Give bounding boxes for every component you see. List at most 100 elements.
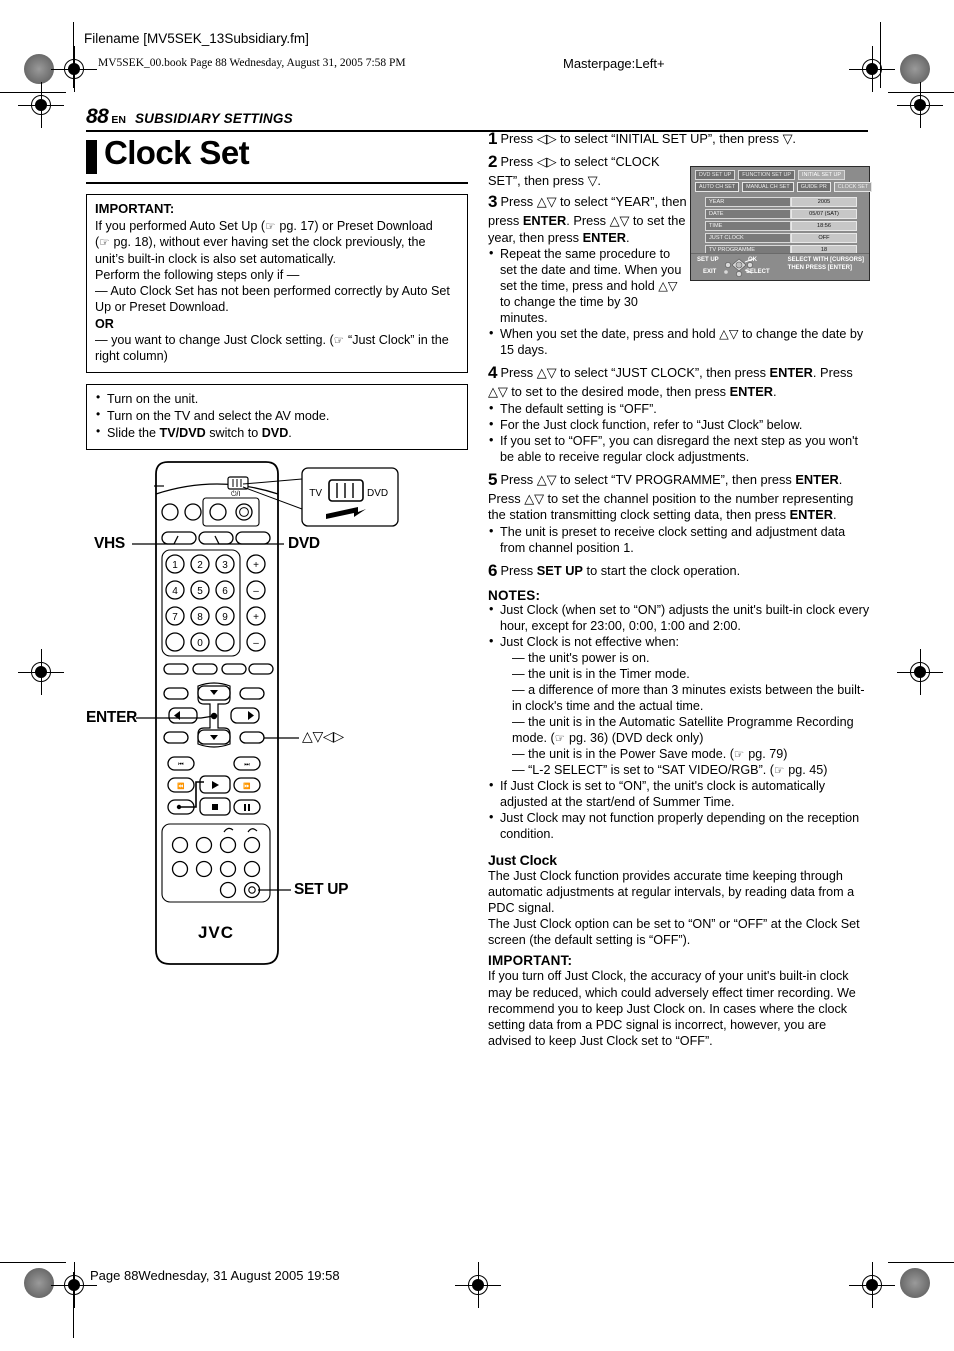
svg-text:7: 7 [172, 612, 178, 623]
label-vhs: VHS [94, 535, 125, 553]
note-sub-item: — the unit's power is on. [512, 651, 650, 666]
osd-key: YEAR [705, 197, 791, 207]
osd-tab-function-set-up: FUNCTION SET UP [738, 170, 795, 180]
trim-line-left-vertical [73, 22, 74, 88]
trim-line-left-bottom-vertical [73, 1272, 74, 1338]
note-sub-item: — “L-2 SELECT” is set to “SAT VIDEO/RGB”… [512, 762, 828, 777]
list-item: Just Clock is not effective when: — the … [488, 634, 870, 779]
list-item: Slide the TV/DVD switch to DVD. [95, 424, 459, 441]
osd-tab-clock-set: CLOCK SET [833, 182, 873, 192]
svg-text:5: 5 [197, 586, 203, 597]
step-number: 1 [488, 129, 498, 148]
trim-line-right-vertical [880, 22, 881, 88]
svg-text:–: – [253, 638, 259, 649]
osd-tabs-row-1: DVD SET UP FUNCTION SET UP INITIAL SET U… [691, 167, 869, 180]
or-text: OR [95, 316, 114, 331]
registration-mark-mid-left [18, 649, 64, 695]
list-item: If Just Clock is set to “ON”, the unit's… [488, 778, 870, 811]
important-line-2: unit’s built-in clock is also set automa… [95, 252, 337, 267]
step-1: 1 Press ◁▷ to select “INITIAL SET UP”, th… [488, 129, 796, 148]
just-clock-important-text: If you turn off Just Clock, the accuracy… [488, 969, 856, 1048]
osd-settings-list: YEAR 2005 DATE 05/07 (SAT) TIME 18:56 JU… [691, 192, 869, 255]
step-3-bullets-wide: When you set the date, press and hold △▽… [488, 326, 870, 359]
right-column: DVD SET UP FUNCTION SET UP INITIAL SET U… [488, 128, 873, 1049]
important-line-1: (☞ pg. 18), without ever having set the … [95, 235, 426, 250]
list-item: When you set the date, press and hold △▽… [488, 326, 870, 359]
step-number: 3 [488, 191, 498, 211]
important-line-3: Perform the following steps only if — [95, 268, 300, 283]
important-box: IMPORTANT: If you performed Auto Set Up … [86, 194, 468, 374]
page-footer: Page 88Wednesday, 31 August 2005 19:58 [90, 1268, 340, 1283]
list-item: Just Clock (when set to “ON”) adjusts th… [488, 602, 870, 635]
svg-text:+: + [253, 612, 259, 623]
note-sub-item: — the unit is in the Timer mode. [512, 667, 690, 682]
section-title: SUBSIDIARY SETTINGS [134, 111, 293, 126]
osd-row-time: TIME 18:56 [705, 221, 857, 231]
osd-footer-exit: EXIT [703, 269, 717, 275]
osd-footer-setup: SET UP [697, 257, 719, 263]
svg-text:1: 1 [172, 560, 178, 571]
notes-list: Just Clock (when set to “ON”) adjusts th… [488, 602, 870, 843]
osd-screenshot: DVD SET UP FUNCTION SET UP INITIAL SET U… [690, 166, 873, 281]
registration-dot-top-left [24, 54, 54, 84]
header-masterpage: Masterpage:Left+ [563, 56, 665, 71]
header-filename: Filename [MV5SEK_13Subsidiary.fm] [84, 31, 309, 46]
step-3-bullets: Repeat the same procedure to set the dat… [488, 246, 688, 327]
remote-svg: 123 456 789 0 +– +– ⏮ ⏭ ⏪ ⏩ ⏻/I JVC TV D… [132, 461, 399, 966]
registration-mark-mid-right [897, 649, 943, 695]
osd-tab-auto-ch-set: AUTO CH SET [695, 182, 740, 192]
osd-row-just-clock: JUST CLOCK OFF [705, 233, 857, 243]
step-number: 4 [488, 363, 498, 383]
just-clock-important-heading: IMPORTANT: [488, 953, 573, 969]
osd-hint-line-2: THEN PRESS [ENTER] [787, 264, 852, 271]
list-item: The unit is preset to receive clock sett… [488, 524, 870, 557]
step-5: 5 Press △▽ to select “TV PROGRAMME”, then… [488, 469, 854, 523]
osd-row-year: YEAR 2005 [705, 197, 857, 207]
trim-line-right-bottom-horizontal [888, 1262, 954, 1263]
step-4: 4 Press △▽ to select “JUST CLOCK”, then p… [488, 363, 853, 400]
step-3: 3 Press △▽ to select “YEAR”, then press E… [488, 191, 687, 245]
osd-hint-line-1: SELECT WITH [CURSORS] [787, 257, 864, 263]
osd-footer-bar: SET UP OK EXIT SELECT SELECT WITH [CURSO… [691, 253, 869, 280]
svg-text:4: 4 [172, 586, 178, 597]
callout-dvd-label: DVD [367, 488, 388, 499]
registration-dot-top-right [900, 54, 930, 84]
page-number: 88 [86, 105, 109, 128]
osd-tab-guide-pr: GUIDE PR [796, 182, 831, 192]
trim-line-left-horizontal [0, 92, 66, 93]
svg-text:+: + [253, 560, 259, 571]
page-canvas: Filename [MV5SEK_13Subsidiary.fm] MV5SEK… [0, 0, 954, 1351]
registration-mark-top-right-2 [897, 82, 943, 128]
osd-tab-dvd-set-up: DVD SET UP [695, 170, 736, 180]
note-sub-item: — the unit is in the Automatic Satellite… [512, 715, 854, 745]
running-head: 88 EN SUBSIDIARY SETTINGS [86, 105, 868, 132]
important-line-7: — you want to change Just Clock setting.… [95, 332, 449, 347]
label-dvd: DVD [288, 535, 320, 553]
registration-mark-top-left-2 [18, 82, 64, 128]
title-accent-bar [86, 140, 97, 174]
preparation-box: Turn on the unit. Turn on the TV and sel… [86, 384, 468, 451]
svg-text:⏮: ⏮ [178, 762, 184, 768]
osd-key: DATE [705, 209, 791, 219]
osd-key: JUST CLOCK [705, 233, 791, 243]
registration-mark-bottom-center [455, 1262, 501, 1308]
list-item: Repeat the same procedure to set the dat… [488, 246, 688, 327]
osd-footer-hint: SELECT WITH [CURSORS] THEN PRESS [ENTER] [788, 257, 864, 272]
osd-value: OFF [791, 233, 857, 243]
osd-value: 18:56 [791, 221, 857, 231]
svg-text:9: 9 [222, 612, 228, 623]
svg-text:⏩: ⏩ [243, 782, 251, 790]
list-item: Turn on the unit. [95, 390, 459, 407]
step-number: 2 [488, 152, 498, 172]
important-line-4: — Auto Clock Set has not been performed … [95, 284, 450, 299]
page-title-block: Clock Set [86, 134, 468, 190]
just-clock-para-1: The Just Clock function provides accurat… [488, 868, 855, 916]
svg-text:6: 6 [222, 586, 228, 597]
trim-line-right-horizontal [888, 92, 954, 93]
important-or-label: OR [95, 316, 459, 332]
trim-line-left-bottom-horizontal [0, 1262, 66, 1263]
step-4-bullets: The default setting is “OFF”. For the Ju… [488, 401, 870, 466]
registration-mark-bottom-left [51, 1262, 97, 1308]
osd-tabs-row-2: AUTO CH SET MANUAL CH SET GUIDE PR CLOCK… [691, 180, 873, 192]
svg-text:8: 8 [197, 612, 203, 623]
